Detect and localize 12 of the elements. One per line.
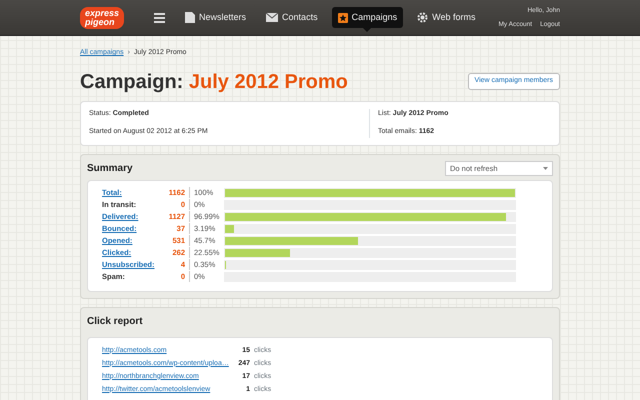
page-title: Campaign: July 2012 Promo xyxy=(80,70,348,94)
nav-tab[interactable]: Contacts xyxy=(260,6,324,28)
logo[interactable]: express pigeon xyxy=(80,6,124,28)
menu-icon xyxy=(154,12,166,22)
nav-tab[interactable]: Newsletters xyxy=(179,6,252,28)
nav-tab[interactable]: Web forms xyxy=(411,6,482,28)
gear-icon xyxy=(417,12,428,23)
envelope-icon xyxy=(266,13,278,22)
panel-title: Summary xyxy=(87,162,133,176)
star-icon xyxy=(338,12,348,22)
panel-title: Click report xyxy=(87,314,144,329)
document-icon xyxy=(185,12,196,23)
